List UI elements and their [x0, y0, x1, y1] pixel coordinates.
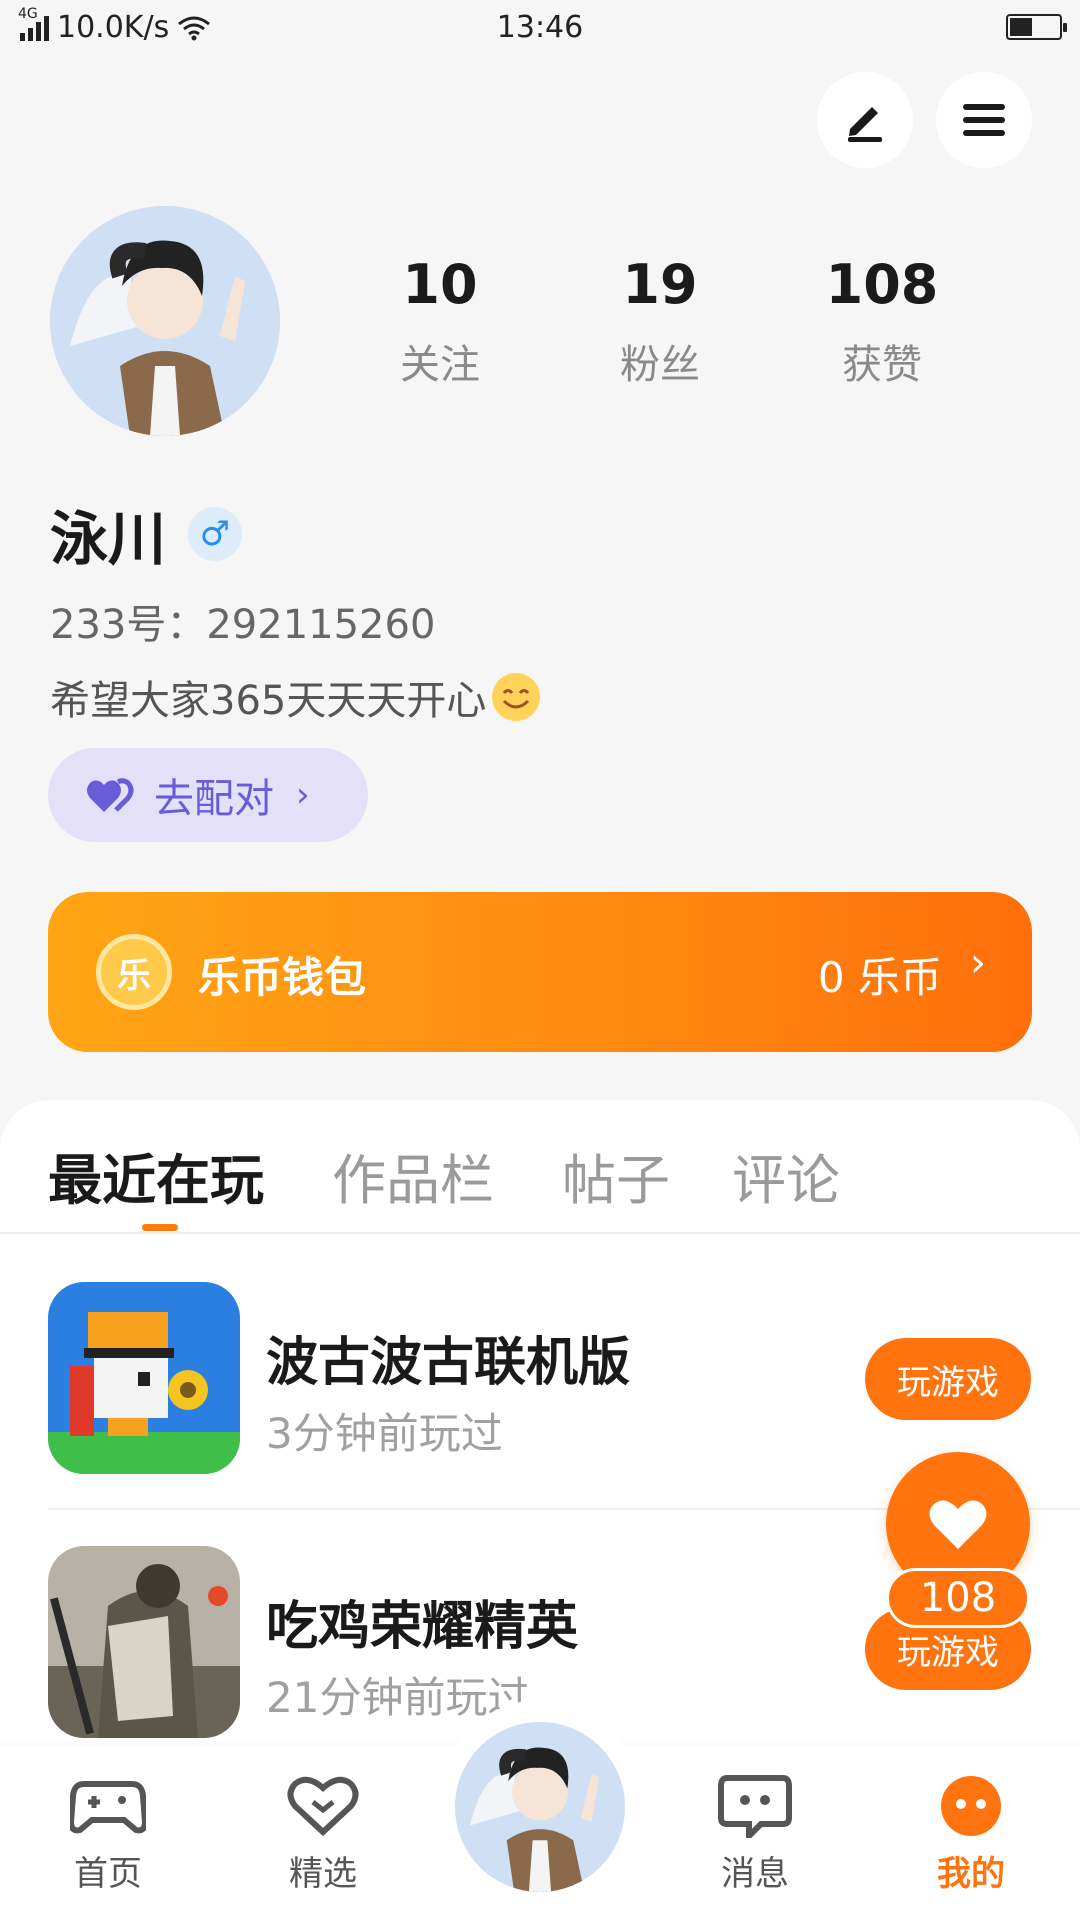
battery-icon: [1006, 14, 1067, 40]
tab-divider: [0, 1232, 1080, 1234]
chevron-right-icon: ›: [970, 940, 986, 986]
like-count-badge: 108: [886, 1568, 1030, 1628]
tab-works[interactable]: 作品栏: [332, 1136, 494, 1215]
game-icon: [48, 1282, 240, 1474]
nav-label: 我的: [937, 1854, 1005, 1894]
nav-home[interactable]: 首页: [43, 1774, 173, 1895]
bio-text: 希望大家365天天天开心: [50, 678, 487, 724]
male-gender-icon: ♂: [188, 507, 243, 561]
coin-wallet-card[interactable]: 乐 乐币钱包 0 乐币 ›: [48, 892, 1032, 1052]
stat-likes[interactable]: 108 获赞: [782, 258, 982, 390]
wallet-balance: 0 乐币: [817, 953, 942, 1002]
name-row: 泳川 ♂: [50, 492, 243, 576]
game-name: 波古波古联机版: [266, 1333, 631, 1393]
wallet-title: 乐币钱包: [198, 953, 367, 1002]
stat-value: 19: [622, 253, 698, 316]
coin-icon: 乐: [96, 934, 172, 1010]
heart-outline-icon: [287, 1776, 359, 1837]
double-heart-icon: [87, 778, 134, 812]
center-avatar-button[interactable]: [455, 1722, 625, 1892]
tab-bar: 最近在玩 作品栏 帖子 评论: [0, 1136, 1080, 1236]
shooter-game-art: [48, 1546, 240, 1738]
tab-comments[interactable]: 评论: [732, 1136, 840, 1215]
user-id: 233号：292115260: [50, 602, 436, 648]
tab-recent-played[interactable]: 最近在玩: [48, 1136, 264, 1215]
avatar[interactable]: [50, 206, 280, 436]
nav-label: 消息: [721, 1854, 789, 1894]
nav-label: 精选: [289, 1854, 357, 1894]
smile-emoji-icon: [492, 673, 541, 721]
play-game-button[interactable]: 玩游戏: [865, 1338, 1031, 1420]
status-time: 13:46: [496, 10, 584, 45]
nav-messages[interactable]: 消息: [690, 1774, 820, 1895]
smile-face-icon: [941, 1776, 1001, 1836]
stat-value: 10: [402, 253, 478, 316]
game-icon: [48, 1546, 240, 1738]
user-bio: 希望大家365天天天开心: [50, 668, 542, 726]
status-bar: 4G 10.0K/s 13:46: [0, 0, 1080, 56]
active-tab-indicator: [142, 1224, 178, 1231]
stat-value: 108: [825, 253, 939, 316]
user-name: 泳川: [50, 505, 167, 573]
tab-posts[interactable]: 帖子: [562, 1136, 670, 1215]
game-last-played: 3分钟前玩过: [266, 1409, 503, 1458]
avatar-illustration: [455, 1722, 625, 1892]
menu-button[interactable]: [936, 72, 1032, 168]
pixel-game-art: [48, 1282, 240, 1474]
gamepad-icon: [70, 1781, 146, 1834]
stat-label: 粉丝: [620, 342, 700, 388]
heart-icon: [929, 1500, 987, 1549]
edit-profile-button[interactable]: [817, 72, 913, 168]
hamburger-menu-icon: [963, 104, 1005, 136]
stat-label: 关注: [400, 342, 480, 388]
list-item[interactable]: 波古波古联机版 3分钟前玩过 玩游戏: [0, 1282, 1080, 1482]
chat-bubble-icon: [718, 1775, 792, 1838]
pair-button[interactable]: 去配对 ›: [48, 748, 368, 842]
pair-button-label: 去配对: [154, 776, 274, 822]
nav-featured[interactable]: 精选: [258, 1774, 388, 1895]
stat-following[interactable]: 10 关注: [340, 258, 540, 390]
nav-me[interactable]: 我的: [906, 1774, 1036, 1895]
game-name: 吃鸡荣耀精英: [266, 1597, 579, 1657]
avatar-illustration: [50, 206, 280, 436]
nav-label: 首页: [74, 1854, 142, 1894]
pencil-icon: [848, 107, 882, 142]
stat-followers[interactable]: 19 粉丝: [560, 258, 760, 390]
stat-label: 获赞: [842, 342, 922, 388]
chevron-right-icon: ›: [296, 775, 310, 815]
